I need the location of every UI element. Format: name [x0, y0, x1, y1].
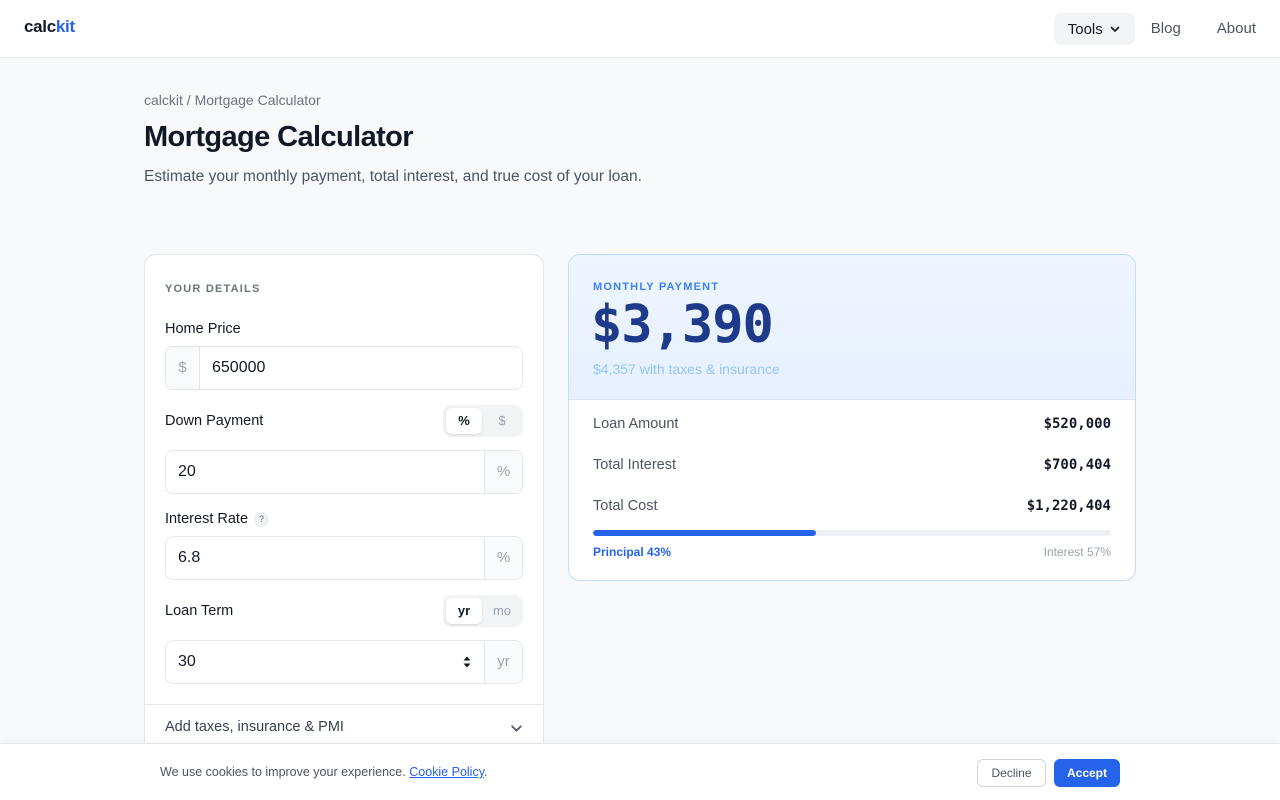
details-card: YOUR DETAILS Home Price $ Down Payment %… — [144, 254, 544, 774]
top-navbar: calckit Tools Blog About — [0, 0, 1280, 58]
loan-term-unit-toggle: yr mo — [443, 595, 523, 627]
home-price-input[interactable] — [212, 347, 512, 389]
cookie-text: We use cookies to improve your experienc… — [160, 765, 406, 779]
loan-term-label: Loan Term — [165, 603, 234, 619]
percent-suffix: % — [484, 451, 522, 493]
tools-label: Tools — [1067, 20, 1103, 38]
down-payment-percent-option[interactable]: % — [446, 408, 482, 434]
monthly-payment-panel: MONTHLY PAYMENT $3,390 $4,357 with taxes… — [569, 255, 1135, 400]
loan-term-field: yr — [165, 640, 523, 684]
down-payment-dollar-option[interactable]: $ — [484, 408, 520, 434]
logo-text-main: calc — [24, 17, 56, 36]
home-price-field: $ — [165, 346, 523, 390]
nav-link-blog[interactable]: Blog — [1143, 13, 1189, 45]
interest-rate-input[interactable] — [178, 537, 478, 579]
result-row-loan-amount: Loan Amount $520,000 — [593, 416, 1111, 438]
result-label: Loan Amount — [593, 416, 679, 432]
monthly-payment-label: MONTHLY PAYMENT — [593, 281, 720, 293]
loan-term-input[interactable] — [178, 641, 438, 683]
results-card: MONTHLY PAYMENT $3,390 $4,357 with taxes… — [568, 254, 1136, 581]
dollar-prefix: $ — [166, 347, 200, 389]
result-row-total-cost: Total Cost $1,220,404 — [593, 498, 1111, 520]
result-value: $700,404 — [1043, 457, 1111, 473]
monthly-payment-amount: $3,390 — [591, 295, 774, 355]
result-row-total-interest: Total Interest $700,404 — [593, 457, 1111, 479]
principal-interest-bar — [593, 530, 1111, 536]
cookie-policy-link[interactable]: Cookie Policy — [409, 765, 484, 779]
interest-rate-label-text: Interest Rate — [165, 511, 249, 527]
cookie-message: We use cookies to improve your experienc… — [160, 765, 488, 779]
tools-dropdown[interactable]: Tools — [1053, 13, 1135, 45]
cookie-period: . — [484, 765, 488, 779]
chevron-down-icon — [511, 725, 522, 732]
down-payment-unit-toggle: % $ — [443, 405, 523, 437]
result-value: $520,000 — [1043, 416, 1111, 432]
percent-suffix: % — [484, 537, 522, 579]
cookie-banner: We use cookies to improve your experienc… — [0, 743, 1280, 800]
logo-text-accent: kit — [55, 17, 75, 36]
result-value: $1,220,404 — [1026, 498, 1111, 514]
loan-term-years-option[interactable]: yr — [446, 598, 482, 624]
years-suffix: yr — [484, 641, 522, 683]
help-icon[interactable]: ? — [254, 512, 270, 527]
home-price-label: Home Price — [165, 321, 241, 337]
section-label: YOUR DETAILS — [165, 283, 261, 295]
interest-percent-label: Interest 57% — [1043, 545, 1111, 559]
loan-term-months-option[interactable]: mo — [484, 598, 520, 624]
interest-rate-label: Interest Rate? — [165, 511, 270, 527]
payment-with-taxes: $4,357 with taxes & insurance — [593, 361, 780, 377]
breadcrumb[interactable]: calckit / Mortgage Calculator — [144, 92, 321, 108]
result-label: Total Interest — [593, 457, 677, 473]
principal-bar-fill — [593, 530, 816, 536]
decline-button[interactable]: Decline — [977, 759, 1046, 787]
page-description: Estimate your monthly payment, total int… — [144, 168, 642, 185]
principal-percent-label: Principal 43% — [593, 545, 672, 559]
accept-button[interactable]: Accept — [1054, 759, 1120, 787]
number-stepper-icon[interactable] — [462, 654, 472, 670]
nav-link-about[interactable]: About — [1197, 13, 1256, 45]
calckit-logo[interactable]: calckit — [24, 17, 75, 37]
page-title: Mortgage Calculator — [144, 121, 414, 153]
taxes-insurance-label: Add taxes, insurance & PMI — [165, 719, 344, 735]
interest-rate-field: % — [165, 536, 523, 580]
down-payment-field: % — [165, 450, 523, 494]
down-payment-label: Down Payment — [165, 413, 264, 429]
result-label: Total Cost — [593, 498, 658, 514]
down-payment-input[interactable] — [178, 451, 478, 493]
chevron-down-icon — [1110, 26, 1120, 32]
main-nav: Tools Blog About — [1053, 13, 1256, 45]
